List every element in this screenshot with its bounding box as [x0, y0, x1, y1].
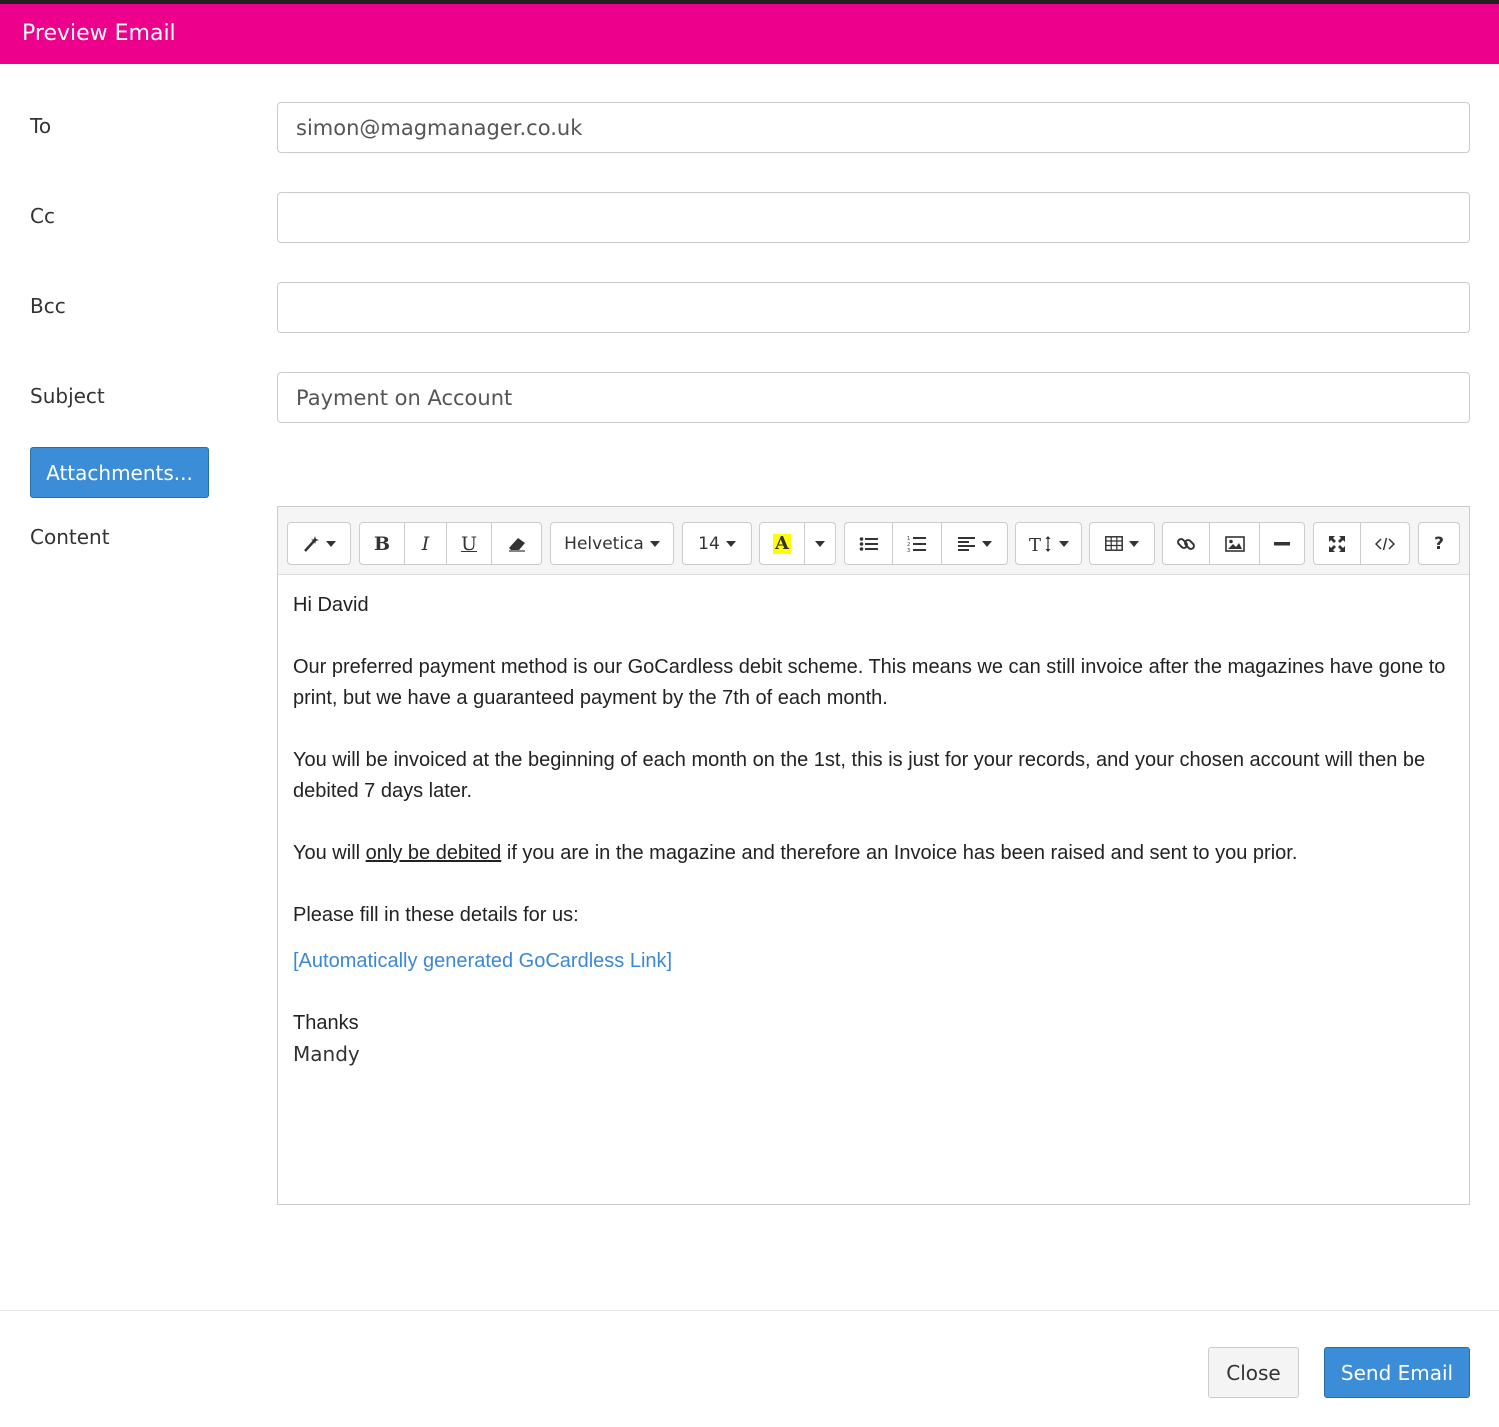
chevron-down-icon — [815, 540, 825, 547]
gocardless-link[interactable]: [Automatically generated GoCardless Link… — [293, 950, 672, 972]
font-family-value: Helvetica — [564, 533, 644, 554]
bcc-input[interactable] — [277, 282, 1470, 333]
unordered-list-button[interactable] — [844, 522, 893, 565]
modal-header: Preview Email — [0, 4, 1499, 64]
email-signature: Mandy — [293, 1042, 360, 1066]
ordered-list-icon: 123 — [907, 535, 927, 553]
cc-input[interactable] — [277, 192, 1470, 243]
picture-icon — [1224, 535, 1245, 552]
chevron-down-icon — [1129, 540, 1139, 547]
para3-text-before: You will — [293, 842, 366, 864]
modal-title: Preview Email — [22, 21, 176, 46]
underline-button[interactable]: U — [447, 522, 492, 565]
font-size-value: 14 — [698, 533, 720, 554]
insert-picture-button[interactable] — [1210, 522, 1260, 565]
attachments-button[interactable]: Attachments... — [30, 447, 209, 498]
chevron-down-icon — [725, 540, 736, 547]
bcc-label: Bcc — [30, 294, 66, 318]
email-paragraph-3: You will only be debited if you are in t… — [293, 838, 1458, 869]
cc-label: Cc — [30, 204, 55, 228]
eraser-icon — [507, 536, 527, 552]
line-height-dropdown[interactable]: T — [1015, 522, 1082, 565]
bold-button[interactable]: B — [359, 522, 405, 565]
para3-underlined-text: only be debited — [365, 842, 502, 864]
clear-format-button[interactable] — [492, 522, 542, 565]
link-icon — [1176, 534, 1196, 554]
unordered-list-icon — [859, 536, 879, 552]
subject-label: Subject — [30, 384, 105, 408]
fullscreen-button[interactable] — [1313, 522, 1361, 565]
chevron-down-icon — [1058, 540, 1069, 547]
insert-link-button[interactable] — [1162, 522, 1210, 565]
paragraph-align-dropdown[interactable] — [942, 522, 1008, 565]
italic-button[interactable]: I — [405, 522, 447, 565]
help-button[interactable]: ? — [1418, 522, 1460, 565]
help-icon: ? — [1434, 533, 1444, 554]
code-view-button[interactable] — [1361, 522, 1410, 565]
email-paragraph-2: You will be invoiced at the beginning of… — [293, 749, 1426, 802]
modal-footer-divider — [0, 1310, 1499, 1311]
content-label: Content — [30, 525, 110, 549]
code-view-icon — [1375, 536, 1395, 552]
editor-toolbar: B I U Helvetica 14 A 1 2 3 T ? — [278, 507, 1469, 575]
svg-text:T: T — [1029, 535, 1041, 553]
email-greeting: Hi David — [293, 594, 369, 616]
subject-input[interactable] — [277, 372, 1470, 423]
font-color-icon: A — [773, 532, 791, 554]
email-signoff: Thanks — [293, 1012, 359, 1034]
style-dropdown-button[interactable] — [287, 522, 351, 565]
bold-icon: B — [373, 532, 391, 555]
chevron-down-icon — [981, 540, 992, 547]
to-label: To — [30, 114, 52, 138]
rich-text-editor: B I U Helvetica 14 A 1 2 3 T ? Hi David … — [277, 506, 1470, 1205]
horizontal-rule-button[interactable] — [1260, 522, 1305, 565]
chevron-down-icon — [649, 540, 660, 547]
close-button[interactable]: Close — [1208, 1347, 1299, 1398]
font-color-button[interactable]: A — [759, 522, 805, 565]
font-family-dropdown[interactable]: Helvetica — [550, 522, 674, 565]
email-paragraph-1: Our preferred payment method is our GoCa… — [293, 656, 1446, 709]
text-height-icon: T — [1029, 535, 1053, 553]
fullscreen-icon — [1328, 535, 1346, 553]
underline-icon: U — [460, 532, 477, 555]
email-paragraph-4: Please fill in these details for us: — [293, 904, 579, 926]
svg-text:3: 3 — [907, 548, 910, 553]
editor-content[interactable]: Hi David Our preferred payment method is… — [293, 590, 1458, 1070]
table-icon — [1105, 536, 1123, 551]
font-size-dropdown[interactable]: 14 — [682, 522, 752, 565]
horizontal-rule-icon — [1274, 541, 1290, 546]
send-email-button[interactable]: Send Email — [1324, 1347, 1470, 1398]
italic-icon: I — [421, 532, 430, 555]
to-input[interactable] — [277, 102, 1470, 153]
chevron-down-icon — [326, 540, 336, 547]
para3-text-after: if you are in the magazine and therefore… — [501, 842, 1298, 864]
table-dropdown[interactable] — [1089, 522, 1155, 565]
font-color-dropdown[interactable] — [805, 522, 836, 565]
magic-icon — [302, 535, 320, 553]
ordered-list-button[interactable]: 123 — [893, 522, 942, 565]
align-left-icon — [957, 536, 976, 552]
